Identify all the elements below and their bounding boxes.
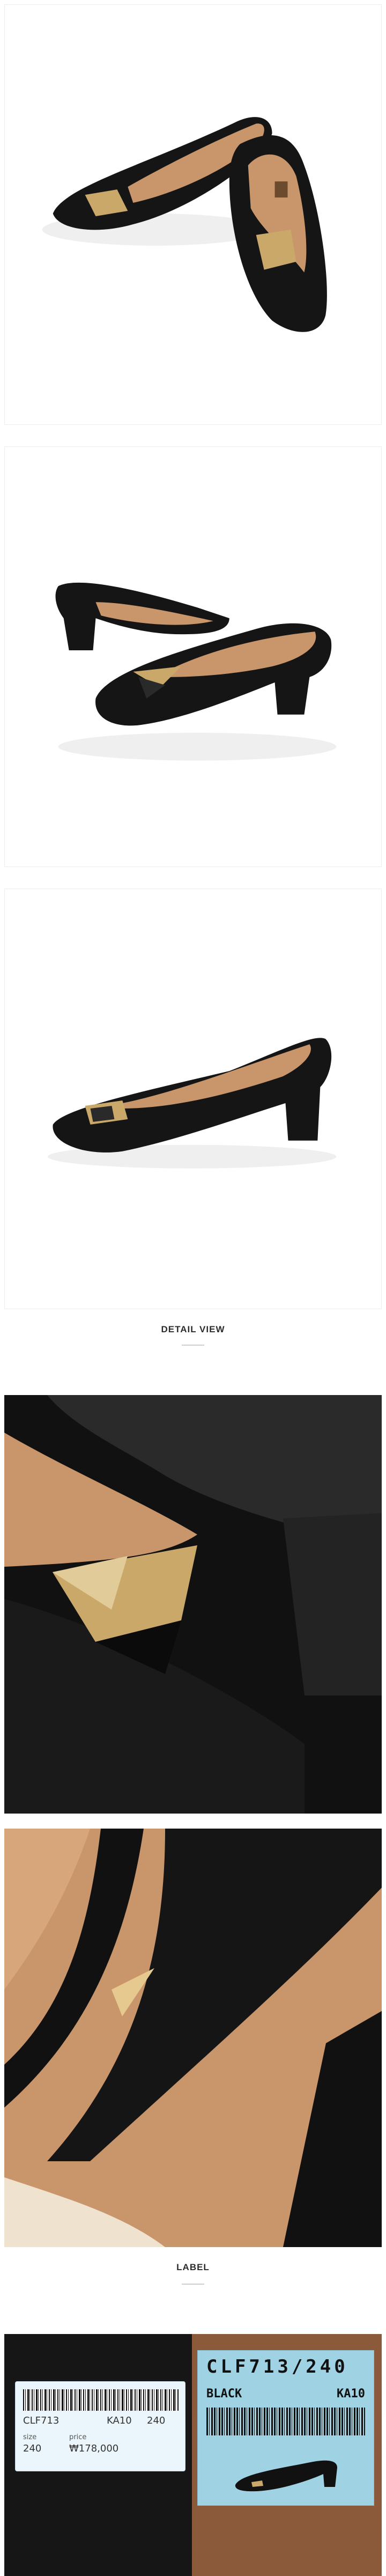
detail-image-1 (4, 1395, 382, 1814)
shoe-pair-top-view (5, 5, 381, 424)
detail-view-title: DETAIL VIEW (161, 1324, 225, 1334)
shoe-lining-closeup (4, 1829, 382, 2247)
size-value: 240 (23, 2443, 42, 2454)
product-image-3 (4, 889, 382, 1309)
shoe-pair-angle-view (5, 447, 381, 867)
shoe-toe-closeup (4, 1395, 382, 1814)
label-title: LABEL (176, 2262, 210, 2272)
sticker-code: CLF713 (23, 2415, 60, 2426)
box-label-code: CLF713/240 (206, 2356, 348, 2377)
box-barcode-icon (206, 2408, 365, 2435)
shoe-thumbnail-icon (235, 2460, 337, 2492)
price-value: ₩178,000 (69, 2443, 119, 2454)
product-image-1 (4, 4, 382, 425)
barcode-icon (23, 2389, 179, 2411)
size-price-sticker: CLF713 KA10 240 size 240 price ₩178,000 (15, 2381, 185, 2471)
detail-view-divider (182, 1345, 204, 1346)
price-label: price (69, 2433, 87, 2441)
detail-image-2 (4, 1829, 382, 2247)
size-label: size (23, 2433, 37, 2441)
label-divider (182, 2284, 204, 2285)
box-label-sub-code: KA10 (337, 2387, 365, 2401)
label-image: CLF713 KA10 240 size 240 price ₩178,000 … (4, 2334, 382, 2576)
product-image-2 (4, 446, 382, 867)
box-label: CLF713/240 BLACK KA10 (197, 2350, 374, 2506)
box-label-color: BLACK (206, 2387, 242, 2401)
sticker-sub-code: KA10 (107, 2415, 132, 2426)
shoe-side-view (5, 889, 381, 1309)
sticker-sub-size: 240 (147, 2415, 166, 2426)
